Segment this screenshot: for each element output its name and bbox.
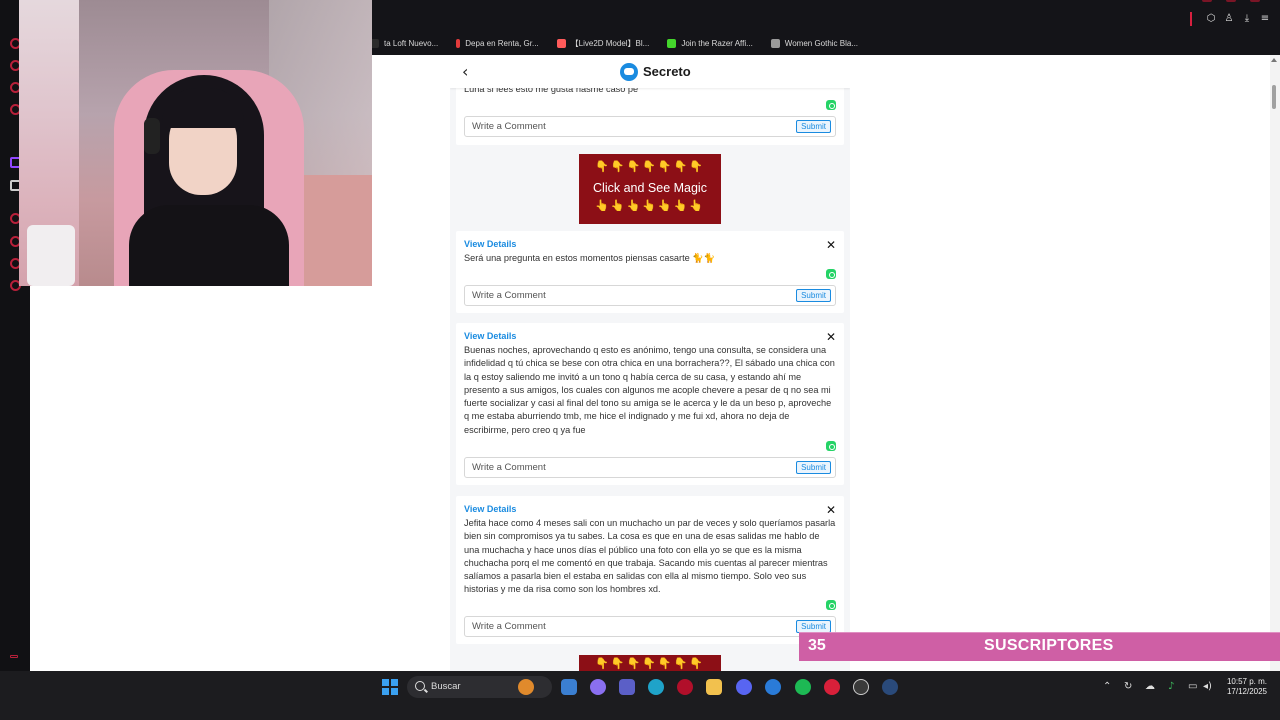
- bookmark-label: Join the Razer Affi...: [681, 38, 753, 48]
- post-card: View Details ✕ Será una pregunta en esto…: [456, 231, 844, 313]
- ad-text: Click and See Magic: [593, 181, 707, 195]
- windows-start-icon[interactable]: [382, 679, 398, 695]
- comment-input[interactable]: [465, 458, 785, 477]
- taskbar: [0, 671, 1280, 720]
- bookmarks-bar: ta Loft Nuevo... Depa en Renta, Gr... 【L…: [370, 35, 858, 51]
- widgets-icon[interactable]: [518, 679, 534, 695]
- comment-input[interactable]: [465, 286, 785, 305]
- browser-actions: ⬡ ♙ ⤓ ≡: [1190, 12, 1270, 26]
- pointing-down-icons: 👇👇👇👇👇👇👇: [595, 160, 705, 173]
- extensions-icon[interactable]: ⬡: [1206, 14, 1216, 24]
- comment-box: Submit: [464, 616, 836, 637]
- submit-button[interactable]: Submit: [796, 289, 831, 302]
- more-icon[interactable]: [10, 655, 18, 658]
- view-details-link[interactable]: View Details: [464, 504, 516, 514]
- pointing-down-icons: 👇👇👇👇👇👇👇: [595, 657, 705, 670]
- whatsapp-icon[interactable]: [826, 100, 836, 110]
- pin-icon: [456, 38, 461, 48]
- subscriber-label: SUSCRIPTORES: [984, 637, 1114, 654]
- cloud-icon[interactable]: ☁: [1145, 681, 1155, 692]
- submit-button[interactable]: Submit: [796, 120, 831, 133]
- sync-icon[interactable]: ↻: [1124, 681, 1132, 692]
- bookmark-label: 【Live2D Model】Bl...: [570, 38, 650, 48]
- submit-button[interactable]: Submit: [796, 461, 831, 474]
- bookmark-label: Women Gothic Bla...: [784, 38, 859, 48]
- close-icon[interactable]: ✕: [826, 238, 836, 252]
- bookmark-label: ta Loft Nuevo...: [384, 38, 439, 48]
- chevron-up-icon[interactable]: ⌃: [1103, 681, 1111, 692]
- post-text: Buenas noches, aprovechando q esto es an…: [464, 345, 835, 435]
- bookmark-label: Depa en Renta, Gr...: [465, 38, 539, 48]
- page-header: ‹ Secreto: [450, 55, 850, 88]
- whatsapp-icon[interactable]: [826, 441, 836, 451]
- chevron-left-icon[interactable]: ‹: [462, 62, 468, 81]
- mug: [27, 225, 75, 286]
- steam-icon[interactable]: [882, 679, 898, 695]
- download-icon[interactable]: ⤓: [1242, 14, 1252, 24]
- store-icon[interactable]: [561, 679, 577, 695]
- scroll-thumb[interactable]: [1272, 85, 1276, 109]
- pointing-up-icons: 👆👆👆👆👆👆👆: [595, 199, 705, 212]
- whatsapp-icon[interactable]: [826, 269, 836, 279]
- ad-banner[interactable]: 👇👇👇👇👇👇👇: [579, 655, 721, 671]
- bookmark-1[interactable]: ta Loft Nuevo...: [370, 38, 439, 48]
- obs-red-icon[interactable]: [824, 679, 840, 695]
- obs-icon[interactable]: [853, 679, 869, 695]
- bookmark-5[interactable]: Women Gothic Bla...: [770, 38, 859, 48]
- search-label: Buscar: [431, 681, 461, 692]
- razer-icon: [667, 38, 677, 48]
- scroll-up-icon[interactable]: [1271, 58, 1277, 62]
- webcam-overlay: [19, 0, 372, 286]
- bookmark-favicon-icon: [770, 38, 780, 48]
- folder-icon[interactable]: [706, 679, 722, 695]
- comment-input[interactable]: [465, 617, 785, 636]
- opera-icon[interactable]: [677, 679, 693, 695]
- window-controls[interactable]: [1202, 0, 1260, 2]
- teams-icon[interactable]: [619, 679, 635, 695]
- comment-input[interactable]: [465, 117, 785, 136]
- copilot-icon[interactable]: [590, 679, 606, 695]
- post-card: View Details ✕ Buenas noches, aprovechan…: [456, 323, 844, 485]
- page-title: Secreto: [643, 64, 691, 79]
- bookmark-favicon-icon: [556, 38, 566, 48]
- display-icon[interactable]: ▭: [1188, 681, 1197, 692]
- page-scrollbar[interactable]: [1270, 55, 1280, 671]
- bookmark-2[interactable]: Depa en Renta, Gr...: [456, 38, 539, 48]
- streamer-body: [129, 205, 289, 286]
- subscriber-count: 35: [808, 637, 826, 654]
- view-details-link[interactable]: View Details: [464, 239, 516, 249]
- secreto-feed: ‹ Secreto Luna si lees esto me gusta has…: [450, 55, 850, 671]
- headset-icon: [144, 118, 160, 154]
- ad-banner[interactable]: 👇👇👇👇👇👇👇 Click and See Magic 👆👆👆👆👆👆👆: [579, 154, 721, 224]
- clock-time: 10:57 p. m.: [1226, 677, 1267, 686]
- clock-date: 17/12/2025: [1226, 687, 1267, 696]
- post-card: View Details ✕ Jefita hace como 4 meses …: [456, 496, 844, 644]
- system-clock[interactable]: 10:57 p. m. 17/12/2025: [1227, 677, 1267, 697]
- view-details-link[interactable]: View Details: [464, 331, 516, 341]
- whatsapp-icon[interactable]: [826, 600, 836, 610]
- comment-box: Submit: [464, 457, 836, 478]
- bookmark-3[interactable]: 【Live2D Model】Bl...: [556, 38, 650, 49]
- close-icon[interactable]: ✕: [826, 503, 836, 517]
- spotify-icon[interactable]: [795, 679, 811, 695]
- post-text: Jefita hace como 4 meses sali con un muc…: [464, 518, 836, 595]
- volume-icon[interactable]: ◂): [1203, 681, 1212, 692]
- edge-icon[interactable]: [648, 679, 664, 695]
- search-icon: [415, 681, 425, 691]
- close-icon[interactable]: ✕: [826, 330, 836, 344]
- bookmark-4[interactable]: Join the Razer Affi...: [667, 38, 753, 48]
- comment-box: Submit: [464, 116, 836, 137]
- divider: [1190, 12, 1192, 26]
- menu-icon[interactable]: ≡: [1260, 14, 1270, 24]
- discord-icon[interactable]: [736, 679, 752, 695]
- chat-bubble-icon: [620, 63, 638, 81]
- account-icon[interactable]: ♙: [1224, 14, 1234, 24]
- post-text: Será una pregunta en estos momentos pien…: [464, 253, 716, 263]
- comment-box: Submit: [464, 285, 836, 306]
- app-icon[interactable]: [765, 679, 781, 695]
- mic-icon[interactable]: ♪: [1168, 681, 1174, 692]
